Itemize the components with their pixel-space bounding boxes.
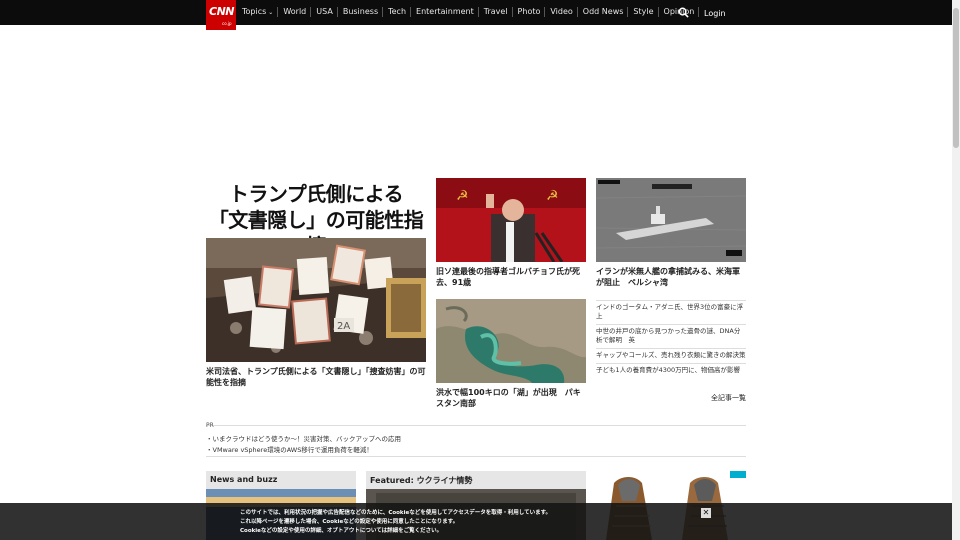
login-link[interactable]: Login xyxy=(704,9,726,18)
nav-item-label: Topics xyxy=(242,7,267,16)
nav-item-label: Video xyxy=(550,7,573,16)
nav-item-odd-news[interactable]: Odd News xyxy=(581,7,629,17)
nav-item-style[interactable]: Style xyxy=(631,7,659,17)
all-articles-link[interactable]: 全記事一覧 xyxy=(711,393,746,403)
list-item[interactable]: 中世の井戸の底から見つかった遺骨の謎、DNA分析で解明 英 xyxy=(596,324,746,348)
search-icon[interactable] xyxy=(678,7,689,18)
cookie-text: このサイトでは、利用状況の把握や広告配信などのために、Cookieなどを使用して… xyxy=(240,510,552,516)
chevron-down-icon: ⌄ xyxy=(268,9,274,16)
nav-item-label: Business xyxy=(342,7,379,16)
story-caption-gorbachev[interactable]: 旧ソ連最後の指導者ゴルバチョフ氏が死去、91歳 xyxy=(436,266,586,288)
nav-item-business[interactable]: Business xyxy=(341,7,384,17)
pr-link[interactable]: ・いまクラウドはどう使うか～！災害対策、バックアップへの応用 xyxy=(206,433,401,443)
nav-item-usa[interactable]: USA xyxy=(314,7,338,17)
story-caption-flood[interactable]: 洪水で幅100キロの「湖」が出現 パキスタン南部 xyxy=(436,387,586,409)
cnn-logo[interactable]: CNN co.jp xyxy=(206,0,236,30)
lead-story-caption[interactable]: 米司法省、トランプ氏側による「文書隠し」「捜査妨害」の可能性を指摘 xyxy=(206,366,426,388)
nav-item-label: Photo xyxy=(517,7,541,16)
list-item[interactable]: 子ども1人の養育費が4300万円に、物価高が影響 xyxy=(596,363,746,378)
story-image-gorbachev[interactable]: ☭ ☭ xyxy=(436,178,586,262)
section-featured[interactable]: Featured: ウクライナ情勢 xyxy=(366,471,586,489)
nav-item-photo[interactable]: Photo xyxy=(516,7,546,17)
divider xyxy=(206,425,746,426)
nav-item-world[interactable]: World xyxy=(281,7,312,17)
nav-item-travel[interactable]: Travel xyxy=(482,7,513,17)
scrollbar-thumb[interactable] xyxy=(953,8,959,148)
logo-text: CNN xyxy=(209,5,235,18)
nav-item-label: Entertainment xyxy=(416,7,474,16)
svg-text:☭: ☭ xyxy=(456,188,469,204)
story-caption-ship[interactable]: イランが米無人艦の拿捕試みる、米海軍が阻止 ペルシャ湾 xyxy=(596,266,746,288)
divider xyxy=(206,456,746,457)
lead-story-image[interactable]: 2A xyxy=(206,238,426,362)
pr-label: PR xyxy=(206,422,214,429)
nav-item-tech[interactable]: Tech xyxy=(386,7,412,17)
main-nav: Topics ⌄ World USA Business Tech Entertainment… xyxy=(240,7,702,17)
svg-text:☭: ☭ xyxy=(546,188,559,204)
pr-link[interactable]: ・VMware vSphere環境のAWS移行で運用負荷を軽減！ xyxy=(206,444,373,454)
nav-item-label: Style xyxy=(633,7,654,16)
nav-item-topics[interactable]: Topics ⌄ xyxy=(240,7,279,17)
nav-item-label: Odd News xyxy=(582,7,624,16)
nav-item-label: Tech xyxy=(388,7,407,16)
ad-choices-icon[interactable] xyxy=(730,471,746,478)
logo-subtext: co.jp xyxy=(222,21,232,26)
close-icon[interactable]: ✕ xyxy=(701,508,711,518)
nav-item-entertainment[interactable]: Entertainment xyxy=(414,7,479,17)
list-item[interactable]: インドのゴータム・アダニ氏、世界3位の富豪に浮上 xyxy=(596,300,746,324)
nav-item-label: World xyxy=(283,7,307,16)
headline-list: インドのゴータム・アダニ氏、世界3位の富豪に浮上 中世の井戸の底から見つかった遺… xyxy=(596,300,746,378)
story-image-ship[interactable] xyxy=(596,178,746,262)
story-image-flood[interactable] xyxy=(436,299,586,383)
headline-line: トランプ氏側による xyxy=(228,182,404,206)
nav-item-label: USA xyxy=(316,7,333,16)
cookie-text: これ以降ページを遷移した場合、Cookieなどの設定や使用に同意したことになりま… xyxy=(240,519,459,525)
cookie-text: Cookieなどの設定や使用の詳細、オプトアウトについては詳細をご覧ください。 xyxy=(240,528,443,534)
nav-item-label: Travel xyxy=(483,7,508,16)
cookie-banner: このサイトでは、利用状況の把握や広告配信などのために、Cookieなどを使用して… xyxy=(0,503,952,540)
list-item[interactable]: ギャップやコールズ、売れ残り衣類に驚きの解決策 xyxy=(596,348,746,363)
evidence-label: 2A xyxy=(337,321,350,332)
nav-item-video[interactable]: Video xyxy=(548,7,578,17)
section-news-and-buzz[interactable]: News and buzz xyxy=(206,471,356,489)
